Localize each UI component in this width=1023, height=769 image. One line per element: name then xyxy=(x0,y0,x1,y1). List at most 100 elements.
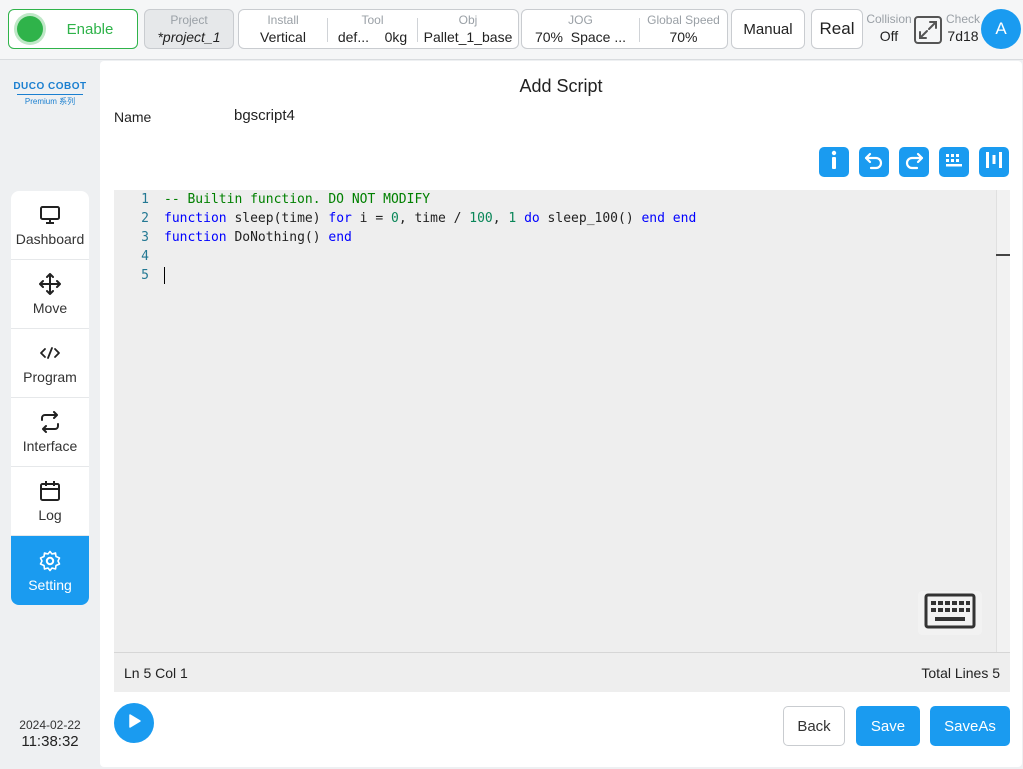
code-token: , time / xyxy=(398,211,470,226)
add-script-panel: Add Script Name bgscript4 1 2 3 4 5 -- B… xyxy=(100,61,1022,767)
code-line[interactable]: function DoNothing() end xyxy=(164,228,996,247)
nav-item-log[interactable]: Log xyxy=(11,467,89,536)
install-tool-obj-group[interactable]: Install Vertical Tool def... 0kg Obj Pal… xyxy=(238,9,519,49)
save-as-button[interactable]: SaveAs xyxy=(930,706,1010,746)
check-value: 7d18 xyxy=(947,28,979,44)
real-mode-button[interactable]: Real xyxy=(811,9,863,49)
code-token: for xyxy=(328,211,352,226)
code-token: DoNothing() xyxy=(226,230,329,245)
nav-item-interface[interactable]: Interface xyxy=(11,398,89,467)
code-lines[interactable]: -- Builtin function. DO NOT MODIFY functi… xyxy=(164,190,996,285)
code-editor[interactable]: 1 2 3 4 5 -- Builtin function. DO NOT MO… xyxy=(114,190,1010,692)
global-speed-value: 70% xyxy=(669,29,698,45)
tool-cell[interactable]: Tool def... 0kg xyxy=(328,10,417,48)
undo-icon xyxy=(864,150,884,175)
code-token: do xyxy=(524,211,540,226)
format-bars-icon xyxy=(984,150,1004,175)
format-button[interactable] xyxy=(979,147,1009,177)
nav-label: Dashboard xyxy=(15,231,85,247)
clock-date: 2024-02-22 xyxy=(19,718,81,732)
code-line[interactable] xyxy=(164,247,996,266)
code-icon xyxy=(39,341,61,365)
virtual-keyboard-button[interactable] xyxy=(918,591,982,635)
nav-item-move[interactable]: Move xyxy=(11,260,89,329)
collision-status[interactable]: Collision Off xyxy=(866,12,912,44)
enable-label: Enable xyxy=(66,20,114,38)
line-number: 2 xyxy=(141,211,149,226)
install-cell[interactable]: Install Vertical xyxy=(239,10,327,48)
script-name-field[interactable]: bgscript4 xyxy=(234,107,295,124)
redo-button[interactable] xyxy=(899,147,929,177)
global-speed-cell[interactable]: Global Speed 70% xyxy=(640,10,727,48)
code-token: sleep(time) xyxy=(226,211,329,226)
page-title: Add Script xyxy=(519,76,603,96)
speed-group[interactable]: JOG 70% Space ... Global Speed 70% xyxy=(521,9,728,49)
nav-label: Setting xyxy=(28,576,72,593)
editor-status-bar: Ln 5 Col 1 Total Lines 5 xyxy=(114,652,1010,692)
code-line[interactable] xyxy=(164,266,996,285)
code-token: , xyxy=(492,211,509,226)
logo-sub-text: Premium 系列 xyxy=(24,97,76,106)
gear-icon xyxy=(39,549,61,573)
check-status[interactable]: Check 7d18 xyxy=(945,12,981,44)
code-token: -- Builtin function. DO NOT MODIFY xyxy=(164,192,431,207)
undo-button[interactable] xyxy=(859,147,889,177)
obj-value: Pallet_1_base xyxy=(423,29,513,45)
move-arrows-icon xyxy=(39,272,61,296)
nav-item-dashboard[interactable]: Dashboard xyxy=(11,191,89,260)
code-token: end xyxy=(641,211,665,226)
nav-label: Log xyxy=(38,507,62,523)
code-line[interactable]: function sleep(time) for i = 0, time / 1… xyxy=(164,209,996,228)
info-button[interactable] xyxy=(819,147,849,177)
nav-label: Interface xyxy=(22,438,78,454)
obj-cell[interactable]: Obj Pallet_1_base xyxy=(418,10,518,48)
line-number-gutter: 1 2 3 4 5 xyxy=(114,190,156,692)
nav-item-setting[interactable]: Setting xyxy=(11,536,89,605)
user-avatar[interactable]: A xyxy=(981,9,1021,49)
project-label: Project xyxy=(170,13,208,27)
keypad-button[interactable] xyxy=(939,147,969,177)
tool-value: def... 0kg xyxy=(328,29,417,45)
line-number: 5 xyxy=(141,268,149,283)
name-label: Name xyxy=(114,109,152,125)
code-token: sleep_100() xyxy=(539,211,642,226)
install-value: Vertical xyxy=(260,29,306,45)
project-value: *project_1 xyxy=(157,29,221,45)
code-token: end xyxy=(328,230,352,245)
tool-load: 0kg xyxy=(384,29,408,45)
monitor-icon xyxy=(39,203,61,227)
expand-icon[interactable] xyxy=(914,16,942,44)
info-icon xyxy=(826,150,842,175)
keypad-icon xyxy=(944,152,964,173)
line-number: 3 xyxy=(141,230,149,245)
power-status-icon xyxy=(17,16,43,42)
collision-value: Off xyxy=(879,28,899,44)
calendar-icon xyxy=(39,479,61,503)
back-button[interactable]: Back xyxy=(783,706,845,746)
project-selector[interactable]: Project *project_1 xyxy=(144,9,234,49)
redo-icon xyxy=(904,150,924,175)
tool-name: def... xyxy=(337,29,369,45)
logo-divider xyxy=(17,94,83,95)
jog-label: JOG xyxy=(568,13,593,27)
code-token: i = xyxy=(351,211,391,226)
nav-item-program[interactable]: Program xyxy=(11,329,89,398)
jog-speed: 70% xyxy=(534,29,563,45)
code-line[interactable]: -- Builtin function. DO NOT MODIFY xyxy=(164,190,996,209)
editor-scrollbar[interactable] xyxy=(996,190,1010,692)
run-script-button[interactable] xyxy=(114,703,154,743)
editor-toolbar xyxy=(819,147,1009,178)
sidebar: DUCO COBOT Premium 系列 Dashboard Move Pro… xyxy=(0,61,100,769)
install-label: Install xyxy=(267,13,299,27)
enable-button[interactable]: Enable xyxy=(8,9,138,49)
code-token: end xyxy=(672,211,697,226)
save-button[interactable]: Save xyxy=(856,706,920,746)
logo-main-text: DUCO COBOT xyxy=(13,81,87,92)
nav-label: Move xyxy=(32,300,68,316)
collision-label: Collision xyxy=(866,12,912,26)
code-token: function xyxy=(164,211,227,226)
manual-mode-button[interactable]: Manual xyxy=(731,9,805,49)
scroll-position-marker xyxy=(996,254,1010,256)
jog-cell[interactable]: JOG 70% Space ... xyxy=(522,10,639,48)
